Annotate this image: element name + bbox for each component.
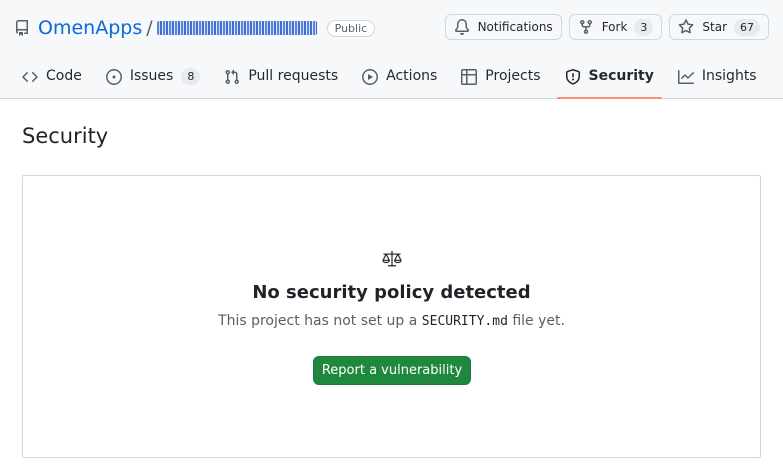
repo-name-link[interactable]: redacted-repo (156, 19, 319, 37)
tab-actions[interactable]: Actions (354, 58, 445, 99)
repo-icon (14, 20, 30, 36)
tab-projects[interactable]: Projects (453, 58, 548, 99)
tab-issues[interactable]: Issues 8 (98, 58, 209, 99)
tab-insights[interactable]: Insights (670, 58, 765, 99)
star-icon (678, 19, 694, 34)
bell-icon (454, 19, 469, 35)
pull-request-icon (225, 69, 240, 85)
fork-button[interactable]: Fork 3 (568, 14, 663, 40)
fork-icon (579, 20, 592, 35)
star-label: Star (702, 20, 727, 34)
star-button[interactable]: Star 67 (669, 14, 769, 40)
security-policy-blankslate: No security policy detected This project… (22, 175, 761, 458)
tab-pull-requests[interactable]: Pull requests (216, 58, 346, 99)
notifications-button[interactable]: Notifications (444, 14, 562, 40)
issue-icon (105, 69, 122, 85)
tab-code[interactable]: Code (14, 58, 90, 99)
empty-state-description: This project has not set up a SECURITY.m… (23, 313, 760, 329)
repo-path-separator: / (146, 17, 153, 39)
empty-state-heading: No security policy detected (252, 282, 531, 303)
star-count: 67 (734, 18, 760, 36)
tab-security[interactable]: Security (556, 58, 663, 99)
tab-actions-label: Actions (386, 68, 438, 84)
shield-icon (565, 69, 580, 85)
tab-issues-label: Issues (129, 68, 174, 84)
fork-count: 3 (634, 18, 654, 36)
issues-count: 8 (181, 68, 201, 85)
repo-owner-link[interactable]: OmenApps (38, 17, 142, 39)
repo-actions: Notifications Fork 3 Star 67 (444, 14, 769, 40)
fork-label: Fork (601, 20, 628, 34)
repo-title-row: OmenApps / redacted-repo Public (14, 14, 376, 42)
repo-nav-tabs: Code Issues 8 Pull requests Actions Proj… (14, 58, 773, 99)
tab-insights-label: Insights (701, 68, 757, 84)
repo-header: OmenApps / redacted-repo Public Notifica… (0, 0, 783, 99)
play-icon (362, 69, 379, 85)
tab-security-label: Security (588, 68, 654, 84)
page-title: Security (22, 124, 109, 148)
code-icon (22, 71, 38, 83)
table-icon (461, 69, 478, 85)
tab-projects-label: Projects (485, 68, 541, 84)
tab-code-label: Code (46, 68, 82, 84)
tab-pull-requests-label: Pull requests (248, 68, 339, 84)
security-md-filename: SECURITY.md (421, 314, 508, 329)
visibility-badge: Public (326, 19, 376, 37)
law-scale-icon (382, 250, 402, 267)
graph-icon (677, 70, 694, 84)
report-vulnerability-button[interactable]: Report a vulnerability (313, 356, 471, 385)
repo-name-text: redacted-repo (157, 19, 242, 33)
empty-text-before: This project has not set up a (218, 313, 422, 329)
empty-text-after: file yet. (507, 313, 565, 329)
notifications-label: Notifications (477, 20, 553, 34)
